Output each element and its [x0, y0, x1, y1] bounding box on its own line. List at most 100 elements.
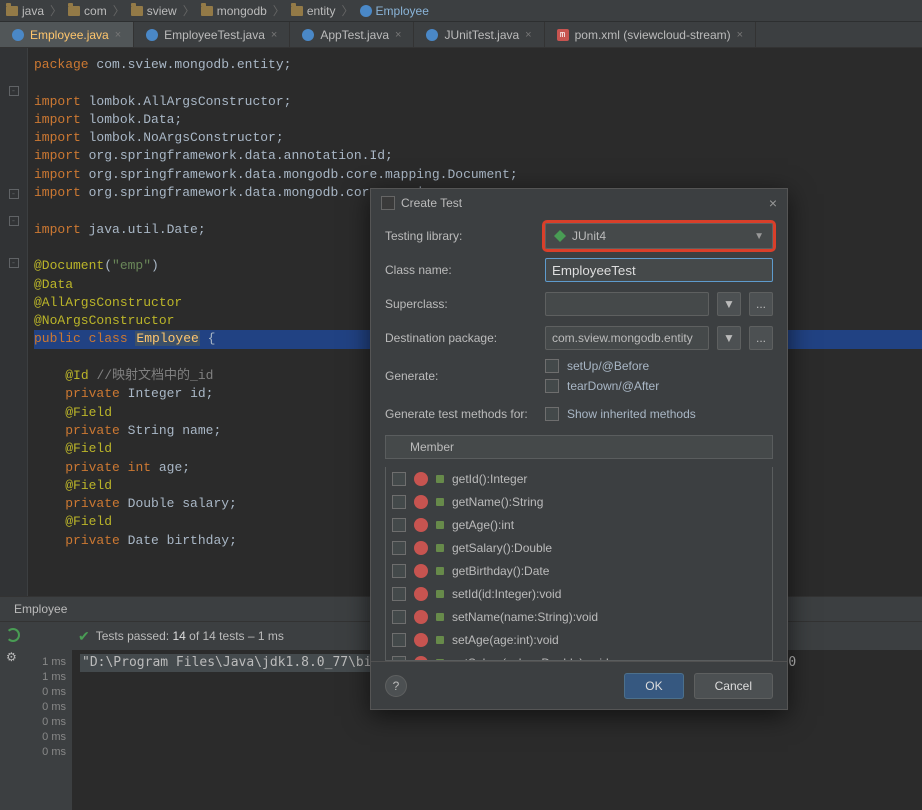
superclass-input[interactable] [545, 292, 709, 316]
member-row[interactable]: getAge():int [386, 513, 772, 536]
maven-file-icon: m [557, 29, 569, 41]
package-browse-button[interactable]: ... [749, 326, 773, 350]
cancel-button[interactable]: Cancel [694, 673, 773, 699]
test-time: 1 ms [26, 656, 66, 668]
method-icon [414, 541, 428, 555]
create-test-dialog: Create Test × Testing library: JUnit4 ▼ … [370, 188, 788, 710]
bc-sview[interactable]: sview [131, 4, 177, 18]
member-row[interactable]: setAge(age:int):void [386, 628, 772, 651]
editor-gutter: - - - - [0, 48, 28, 596]
class-name-input[interactable] [545, 258, 773, 282]
member-row[interactable]: setName(name:String):void [386, 605, 772, 628]
test-time: 1 ms [26, 671, 66, 683]
class-file-icon [12, 29, 24, 41]
lock-icon [436, 475, 444, 483]
method-icon [414, 472, 428, 486]
label-generate: Generate: [385, 369, 537, 383]
member-row[interactable]: setSalary(salary:Double):void [386, 651, 772, 661]
destination-package-input[interactable]: com.sview.mongodb.entity [545, 326, 709, 350]
dialog-footer: ? OK Cancel [371, 661, 787, 709]
label-generate-methods: Generate test methods for: [385, 407, 537, 421]
member-row[interactable]: getId():Integer [386, 467, 772, 490]
class-icon [360, 5, 372, 17]
fold-icon[interactable]: - [9, 189, 19, 199]
lock-icon [436, 498, 444, 506]
chevron-down-icon: ▼ [754, 231, 764, 242]
close-icon[interactable]: × [525, 29, 531, 41]
test-time: 0 ms [26, 701, 66, 713]
method-icon [414, 495, 428, 509]
show-inherited-checkbox[interactable]: Show inherited methods [545, 407, 696, 421]
fold-icon[interactable]: - [9, 216, 19, 226]
method-icon [414, 587, 428, 601]
bc-com[interactable]: com [68, 4, 107, 18]
close-icon[interactable]: × [737, 29, 743, 41]
settings-icon[interactable]: ⚙ [6, 650, 20, 664]
member-row[interactable]: getSalary():Double [386, 536, 772, 559]
close-icon[interactable]: × [395, 29, 401, 41]
member-row[interactable]: setId(id:Integer):void [386, 582, 772, 605]
run-time-column: 1 ms 1 ms 0 ms 0 ms 0 ms 0 ms 0 ms [26, 622, 72, 810]
setup-checkbox[interactable]: setUp/@Before [545, 359, 773, 373]
member-header: Member [385, 435, 773, 459]
intellij-icon [381, 196, 395, 210]
member-row[interactable]: getName():String [386, 490, 772, 513]
class-file-icon [426, 29, 438, 41]
tab-employee-test[interactable]: EmployeeTest.java× [134, 22, 290, 47]
lock-icon [436, 567, 444, 575]
teardown-checkbox[interactable]: tearDown/@After [545, 379, 773, 393]
dialog-title: Create Test [401, 196, 462, 210]
class-file-icon [302, 29, 314, 41]
bc-mongodb[interactable]: mongodb [201, 4, 267, 18]
test-time: 0 ms [26, 686, 66, 698]
folder-icon [131, 6, 143, 16]
method-icon [414, 610, 428, 624]
fold-icon[interactable]: - [9, 86, 19, 96]
method-icon [414, 518, 428, 532]
close-icon[interactable]: × [769, 195, 777, 211]
tab-junit-test[interactable]: JUnitTest.java× [414, 22, 544, 47]
member-list[interactable]: getId():Integer getName():String getAge(… [385, 467, 773, 661]
help-button[interactable]: ? [385, 675, 407, 697]
label-superclass: Superclass: [385, 297, 537, 311]
rerun-icon[interactable] [6, 628, 20, 642]
method-icon [414, 633, 428, 647]
lock-icon [436, 590, 444, 598]
folder-icon [201, 6, 213, 16]
superclass-browse-button[interactable]: ... [749, 292, 773, 316]
label-testing-library: Testing library: [385, 229, 537, 243]
bc-entity[interactable]: entity [291, 4, 336, 18]
run-tool-icons: ⚙ [0, 622, 26, 810]
lock-icon [436, 636, 444, 644]
fold-icon[interactable]: - [9, 258, 19, 268]
member-row[interactable]: getBirthday():Date [386, 559, 772, 582]
tab-app-test[interactable]: AppTest.java× [290, 22, 414, 47]
lock-icon [436, 613, 444, 621]
package-dropdown-button[interactable]: ▼ [717, 326, 741, 350]
close-icon[interactable]: × [115, 29, 121, 41]
label-destination-package: Destination package: [385, 331, 537, 345]
check-icon: ✔ [78, 628, 90, 645]
close-icon[interactable]: × [271, 29, 277, 41]
method-icon [414, 564, 428, 578]
folder-icon [68, 6, 80, 16]
breadcrumb: java〉 com〉 sview〉 mongodb〉 entity〉 Emplo… [0, 0, 922, 22]
ok-button[interactable]: OK [624, 673, 683, 699]
editor-tab-bar: Employee.java× EmployeeTest.java× AppTes… [0, 22, 922, 48]
label-class-name: Class name: [385, 263, 537, 277]
folder-icon [6, 6, 18, 16]
lock-icon [436, 544, 444, 552]
tab-employee[interactable]: Employee.java× [0, 22, 134, 47]
structure-hint: Employee [14, 602, 67, 616]
testing-library-dropdown[interactable]: JUnit4 ▼ [545, 223, 773, 249]
lock-icon [436, 521, 444, 529]
folder-icon [291, 6, 303, 16]
bc-java[interactable]: java [6, 4, 44, 18]
superclass-dropdown-button[interactable]: ▼ [717, 292, 741, 316]
junit-icon [554, 230, 566, 242]
class-file-icon [146, 29, 158, 41]
test-time: 0 ms [26, 716, 66, 728]
dialog-title-bar[interactable]: Create Test × [371, 189, 787, 217]
tab-pom[interactable]: mpom.xml (sviewcloud-stream)× [545, 22, 756, 47]
bc-employee[interactable]: Employee [360, 4, 429, 18]
